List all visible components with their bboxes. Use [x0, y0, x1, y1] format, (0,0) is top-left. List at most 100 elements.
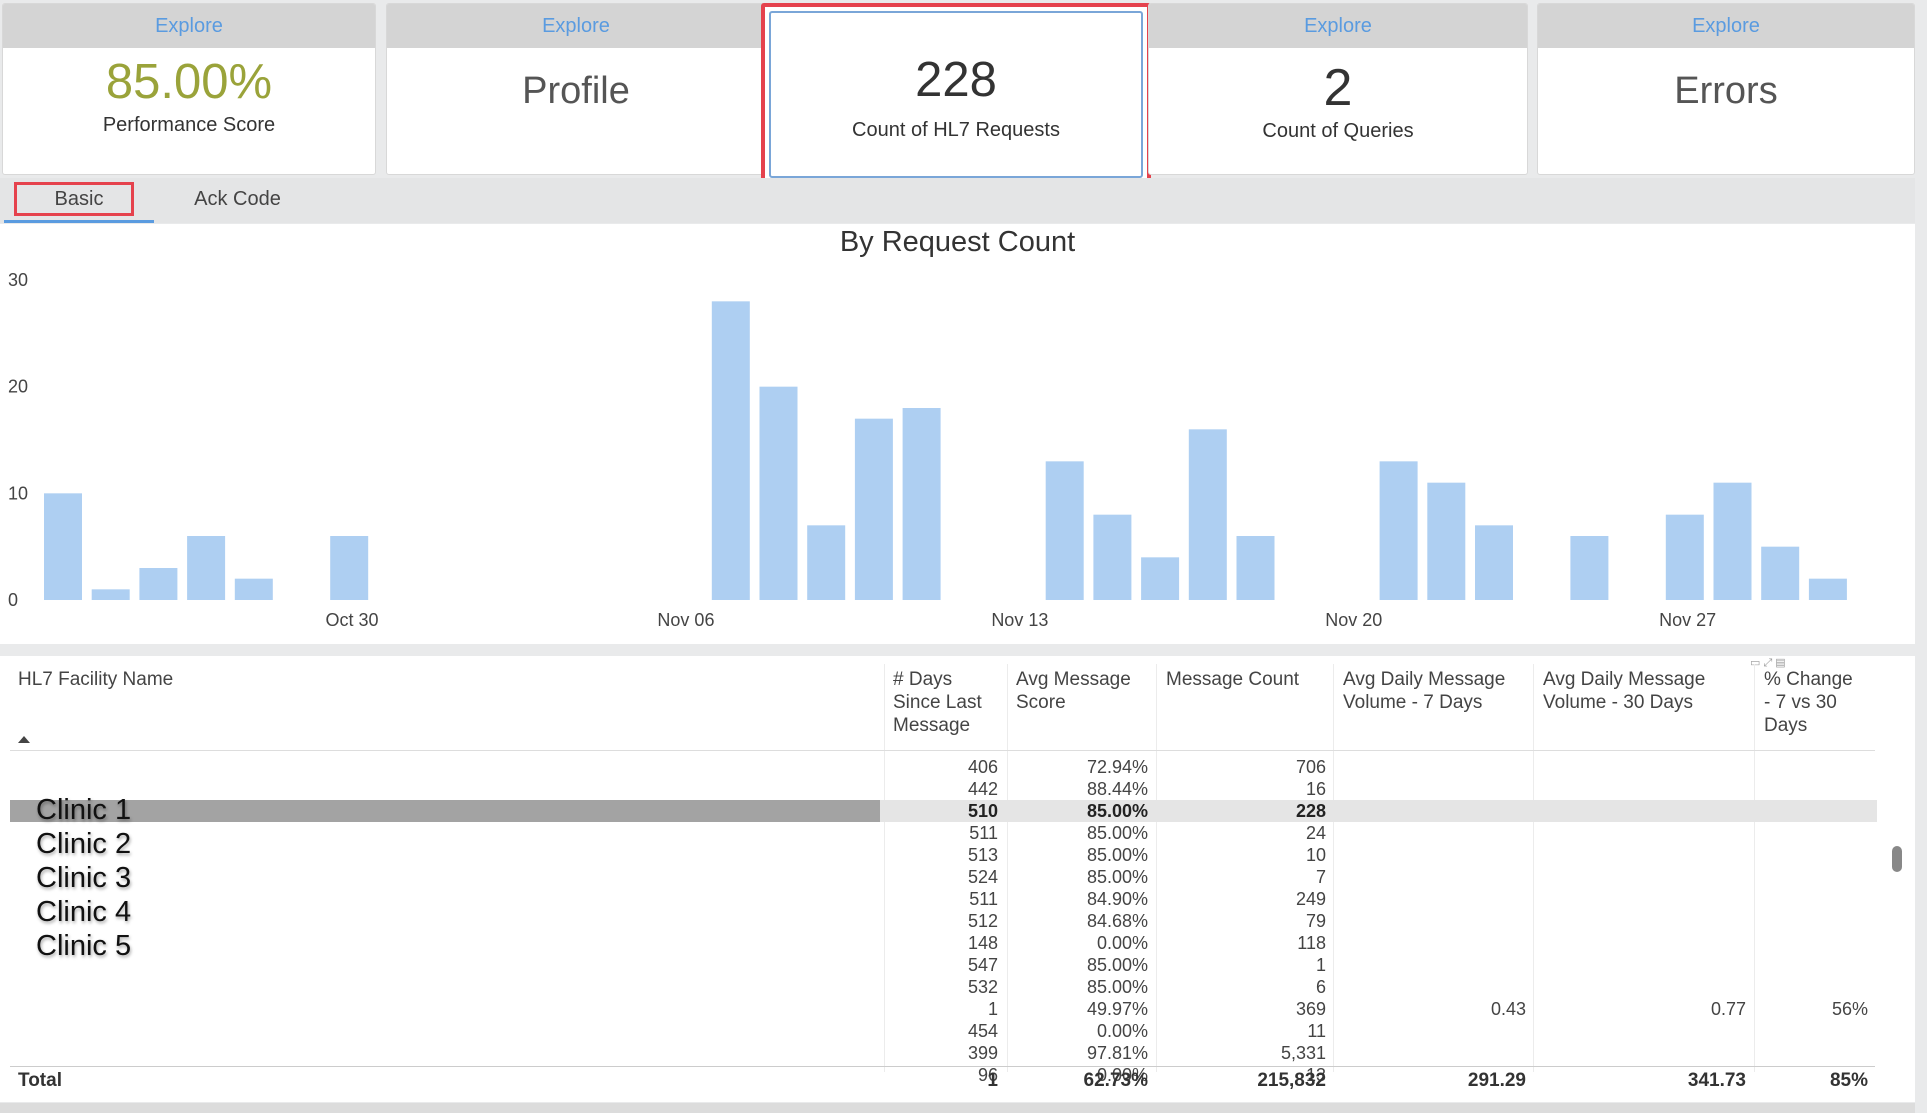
chart-bar[interactable] — [139, 568, 178, 600]
cell-d7 — [1340, 778, 1526, 800]
chart-bar[interactable] — [759, 386, 798, 600]
explore-link[interactable]: Explore — [1149, 4, 1527, 48]
total-divider — [10, 1066, 1875, 1067]
chart-bar[interactable] — [1045, 461, 1084, 600]
cell-days: 513 — [967, 845, 998, 865]
cell-days: 399 — [967, 1043, 998, 1063]
chart-bar[interactable] — [1570, 536, 1609, 600]
cell-d30 — [1540, 932, 1746, 954]
kpi-performance-card[interactable]: Explore 85.00% Performance Score — [2, 3, 376, 175]
column-divider — [1007, 664, 1008, 1072]
header-line: % Change — [1764, 669, 1853, 690]
chart-bar[interactable] — [711, 301, 750, 600]
header-line: Volume - 7 Days — [1343, 692, 1483, 713]
cell-days: 510 — [967, 801, 998, 821]
chart-bar[interactable] — [1427, 482, 1466, 600]
cell-d30 — [1540, 800, 1746, 822]
facility-table: ▭ ⤢ ▤ HL7 Facility Name # Days Since Las… — [0, 656, 1915, 1102]
chart-bar[interactable] — [187, 536, 226, 600]
cell-pct — [1760, 866, 1868, 888]
cell-d30 — [1540, 976, 1746, 998]
kpi-queries-card[interactable]: Explore 2 Count of Queries — [1148, 3, 1528, 175]
kpi-errors-card[interactable]: Explore Errors — [1537, 3, 1915, 175]
facility-name-clinic-4[interactable]: Clinic 4 — [36, 896, 131, 929]
column-divider — [884, 664, 885, 1072]
x-tick-label: Nov 20 — [1325, 610, 1382, 630]
chart-bar[interactable] — [234, 578, 273, 600]
selected-row-bar[interactable] — [10, 800, 882, 822]
header-line: Score — [1016, 692, 1066, 713]
cell-score: 85.00% — [1086, 823, 1148, 843]
explore-link[interactable]: Explore — [3, 4, 375, 48]
chart-bar[interactable] — [1379, 461, 1418, 600]
request-count-chart: 0 10 20 30 Oct 30 Nov 06 Nov 13 Nov 20 Nov 27 By… — [0, 224, 1915, 644]
total-score: 62.73% — [1083, 1070, 1148, 1091]
tab-ack-code[interactable]: Ack Code — [170, 178, 305, 223]
chart-bar[interactable] — [330, 536, 369, 600]
facility-name-clinic-5[interactable]: Clinic 5 — [36, 930, 131, 963]
cell-score: 72.94% — [1086, 757, 1148, 777]
cell-pct — [1760, 888, 1868, 910]
cell-score: 85.00% — [1086, 867, 1148, 887]
cell-score: 0.00% — [1096, 933, 1148, 953]
cell-d7 — [1340, 954, 1526, 976]
cell-days: 1 — [987, 999, 998, 1019]
facility-name-clinic-3[interactable]: Clinic 3 — [36, 862, 131, 895]
chart-bar[interactable] — [902, 408, 941, 600]
chart-bar[interactable] — [1236, 536, 1275, 600]
chart-bar[interactable] — [1808, 578, 1847, 600]
chart-bar[interactable] — [1713, 482, 1752, 600]
chart-bar[interactable] — [1761, 546, 1800, 600]
tab-basic[interactable]: Basic — [4, 178, 154, 223]
col-header-score[interactable]: Avg Message Score — [1016, 668, 1131, 714]
cell-days: 512 — [967, 911, 998, 931]
chart-bar[interactable] — [1093, 514, 1132, 600]
header-line: Volume - 30 Days — [1543, 692, 1693, 713]
cell-score: 85.00% — [1086, 801, 1148, 821]
col-header-pct-change[interactable]: % Change - 7 vs 30 Days — [1764, 668, 1853, 737]
x-tick-label: Nov 13 — [991, 610, 1048, 630]
col-header-30day[interactable]: Avg Daily Message Volume - 30 Days — [1543, 668, 1705, 714]
cell-d7 — [1340, 1020, 1526, 1042]
facility-name-clinic-1[interactable]: Clinic 1 — [36, 794, 131, 827]
sort-ascending-icon[interactable] — [18, 736, 30, 743]
chart-bar[interactable] — [1141, 557, 1180, 600]
cell-d7: 0.43 — [1490, 999, 1526, 1019]
cell-days: 148 — [967, 933, 998, 953]
chart-bar[interactable] — [91, 589, 130, 600]
bottom-border — [0, 1103, 1915, 1113]
hl7-requests-label: Count of HL7 Requests — [852, 119, 1060, 141]
total-7day: 291.29 — [1467, 1070, 1526, 1091]
chart-bar[interactable] — [807, 525, 846, 600]
chart-bar[interactable] — [44, 493, 82, 600]
vertical-scrollbar-thumb[interactable] — [1892, 846, 1902, 872]
chart-bar[interactable] — [1188, 429, 1227, 600]
performance-score-label: Performance Score — [102, 114, 276, 136]
cell-d30 — [1540, 756, 1746, 778]
cell-pct — [1760, 800, 1868, 822]
chart-bar[interactable] — [1475, 525, 1513, 600]
tab-ack-code-label: Ack Code — [194, 188, 281, 210]
cell-score: 84.90% — [1086, 889, 1148, 909]
table-toolbar[interactable]: ▭ ⤢ ▤ — [1750, 656, 1786, 669]
cell-count: 79 — [1305, 911, 1326, 931]
hl7-requests-value: 228 — [915, 53, 997, 107]
header-divider — [10, 750, 1875, 751]
cell-score: 85.00% — [1086, 955, 1148, 975]
explore-link[interactable]: Explore — [387, 4, 765, 48]
kpi-hl7-requests-card[interactable]: 228 Count of HL7 Requests — [761, 3, 1151, 186]
cell-pct — [1760, 932, 1868, 954]
kpi-profile-card[interactable]: Explore Profile — [386, 3, 766, 175]
col-header-facility[interactable]: HL7 Facility Name — [18, 668, 173, 691]
y-tick-label: 0 — [8, 590, 18, 610]
cell-d30: 0.77 — [1710, 999, 1746, 1019]
col-header-days[interactable]: # Days Since Last Message — [893, 668, 982, 737]
chart-bar[interactable] — [854, 418, 893, 600]
explore-link[interactable]: Explore — [1538, 4, 1914, 48]
chart-bar[interactable] — [1665, 514, 1704, 600]
col-header-count[interactable]: Message Count — [1166, 668, 1299, 691]
cell-d7 — [1340, 976, 1526, 998]
cell-d7 — [1340, 822, 1526, 844]
col-header-7day[interactable]: Avg Daily Message Volume - 7 Days — [1343, 668, 1505, 714]
facility-name-clinic-2[interactable]: Clinic 2 — [36, 828, 131, 861]
